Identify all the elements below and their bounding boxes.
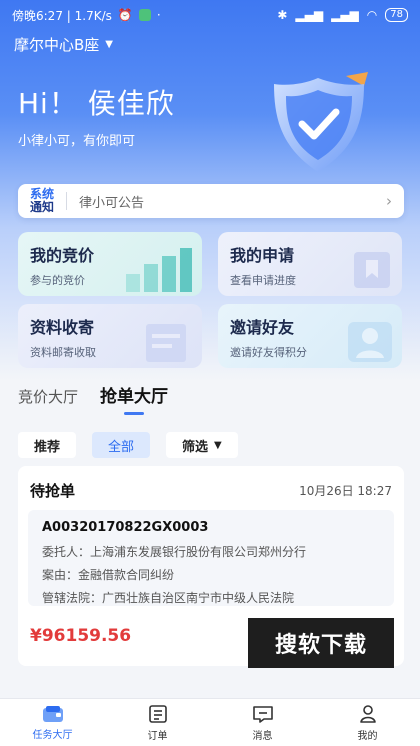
user-icon bbox=[348, 322, 392, 362]
hall-tabs: 竞价大厅 抢单大厅 bbox=[18, 382, 168, 415]
nav-label: 我的 bbox=[357, 730, 378, 742]
filter-all[interactable]: 全部 bbox=[92, 432, 151, 458]
greeting: Hi！ 侯佳欣 bbox=[18, 87, 175, 120]
order-case: 案由：金融借款合同纠纷 bbox=[42, 568, 175, 582]
order-details: A00320170822GX0003 委托人：上海浦东发展银行股份有限公司郑州分… bbox=[28, 510, 394, 606]
nav-orders[interactable]: 订单 bbox=[105, 699, 210, 746]
notice-text: 律小可公告 bbox=[79, 195, 145, 211]
bar-chart-icon bbox=[126, 248, 192, 292]
invite-friends-card[interactable]: 邀请好友 邀请好友得积分 bbox=[218, 304, 402, 368]
status-time-speed: 傍晚6:27 | 1.7K/s bbox=[12, 8, 112, 23]
nav-label: 订单 bbox=[147, 730, 168, 742]
nav-task-hall[interactable]: 任务大厅 bbox=[0, 699, 105, 746]
bluetooth-icon: ✱ bbox=[277, 8, 288, 22]
filter-dropdown[interactable]: 筛选 ▼ bbox=[166, 432, 238, 458]
dot-icon: · bbox=[156, 8, 161, 22]
filter-dropdown-label: 筛选 bbox=[182, 439, 209, 455]
tab-bidding-hall[interactable]: 竞价大厅 bbox=[18, 386, 78, 407]
my-applications-card[interactable]: 我的申请 查看申请进度 bbox=[218, 232, 402, 296]
greeting-subtitle: 小律小可，有你即可 bbox=[18, 134, 136, 149]
message-icon bbox=[252, 705, 273, 723]
filter-bar: 推荐 全部 筛选 ▼ bbox=[18, 432, 238, 458]
task-hall-icon bbox=[42, 705, 63, 722]
battery-icon: 78 bbox=[385, 8, 408, 22]
location-selector[interactable]: 摩尔中心B座 ▼ bbox=[14, 34, 113, 55]
order-client: 委托人：上海浦东发展银行股份有限公司郑州分行 bbox=[42, 545, 307, 559]
nav-label: 消息 bbox=[252, 730, 273, 742]
bookmark-icon bbox=[354, 252, 390, 288]
status-bar: 傍晚6:27 | 1.7K/s ⏰ · ✱ ▂▄▆ ▂▄▆ ◠ 78 bbox=[0, 0, 420, 30]
document-mailing-card[interactable]: 资料收寄 资料邮寄收取 bbox=[18, 304, 202, 368]
order-price: ¥96159.56 bbox=[30, 626, 132, 646]
order-date: 10月26日 18:27 bbox=[299, 484, 392, 498]
order-court: 管辖法院：广西壮族自治区南宁市中级人民法院 bbox=[42, 591, 295, 605]
shield-check-icon bbox=[274, 72, 368, 172]
system-notice-tag: 系统 通知 bbox=[30, 187, 55, 214]
nav-profile[interactable]: 我的 bbox=[315, 699, 420, 746]
bottom-nav: 任务大厅 订单 消息 我的 bbox=[0, 698, 420, 746]
chevron-down-icon: ▼ bbox=[214, 439, 222, 451]
signal-icon: ▂▄▆ bbox=[295, 8, 324, 22]
location-label: 摩尔中心B座 bbox=[14, 36, 100, 54]
chevron-down-icon: ▼ bbox=[105, 39, 113, 50]
order-code: A00320170822GX0003 bbox=[42, 520, 209, 535]
filter-recommend[interactable]: 推荐 bbox=[18, 432, 77, 458]
document-icon bbox=[146, 324, 186, 362]
wifi-icon: ◠ bbox=[366, 8, 378, 22]
chevron-right-icon: › bbox=[386, 192, 392, 210]
nav-label: 任务大厅 bbox=[32, 729, 73, 741]
nav-messages[interactable]: 消息 bbox=[210, 699, 315, 746]
order-icon bbox=[148, 704, 167, 723]
my-bids-card[interactable]: 我的竞价 参与的竞价 bbox=[18, 232, 202, 296]
signal-icon-2: ▂▄▆ bbox=[331, 8, 359, 22]
watermark: 搜软下载 bbox=[248, 618, 394, 668]
alarm-icon: ⏰ bbox=[117, 8, 133, 22]
profile-icon bbox=[359, 704, 376, 723]
system-notice-bar[interactable]: 系统 通知 律小可公告 › bbox=[18, 184, 404, 218]
app-notification-icon bbox=[138, 9, 151, 21]
order-status: 待抢单 bbox=[30, 482, 76, 500]
tab-grab-order-hall[interactable]: 抢单大厅 bbox=[100, 382, 168, 415]
divider bbox=[66, 192, 68, 210]
